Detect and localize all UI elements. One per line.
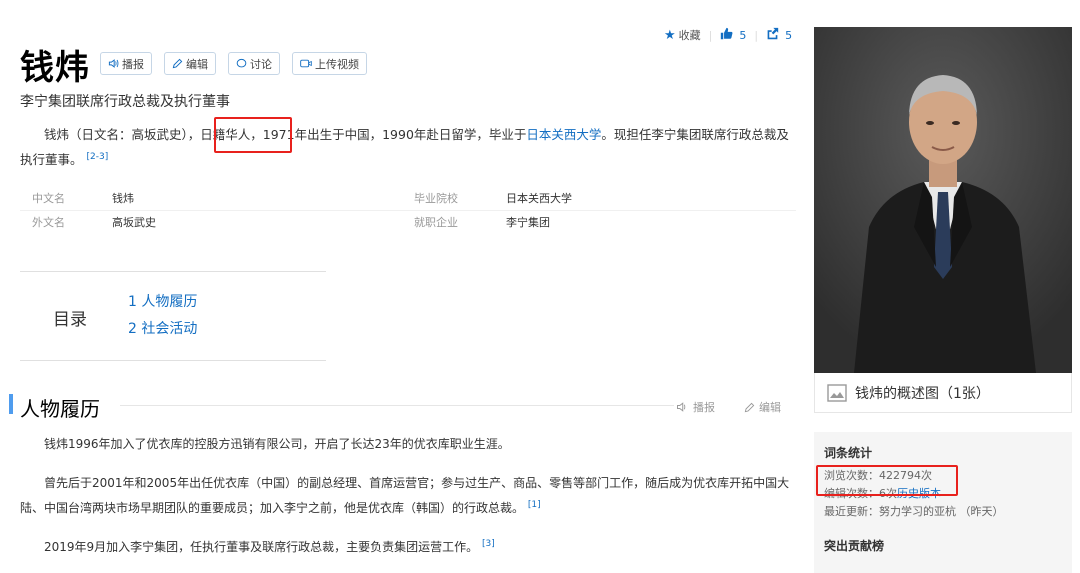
info-value: 钱炜: [112, 192, 134, 205]
reference-link[interactable]: [2-3]: [87, 152, 109, 162]
share-icon[interactable]: [766, 27, 779, 43]
play-label: 播报: [122, 57, 144, 71]
speaker-icon: [677, 402, 686, 412]
info-value: 李宁集团: [506, 216, 550, 229]
star-icon[interactable]: ★: [664, 28, 676, 43]
section-title: 人物履历: [20, 397, 100, 421]
summary-photo[interactable]: [814, 27, 1072, 373]
paragraph-text: 2019年9月加入李宁集团，任执行董事及联席行政总裁，主要负责集团运营工作。: [44, 540, 479, 554]
info-row: 外文名 高坂武史 就职企业 李宁集团: [20, 212, 796, 234]
info-value: 高坂武史: [112, 216, 156, 229]
portrait-illustration: [814, 27, 1072, 373]
pencil-icon: [744, 402, 755, 412]
section-play-label: 播报: [693, 401, 715, 414]
paragraph-text: 钱炜1996年加入了优衣库的控股方迅销有限公司，开启了长达23年的优衣库职业生涯…: [44, 437, 510, 451]
video-camera-icon: [300, 59, 312, 68]
contributors-title: 突出贡献榜: [824, 539, 885, 553]
highlight-box: [214, 117, 292, 153]
info-value: 日本关西大学: [506, 192, 572, 205]
toc-label: 目录: [53, 310, 87, 330]
edit-button[interactable]: 编辑: [164, 52, 216, 75]
divider: [20, 210, 796, 211]
entry-stats-panel: 词条统计 浏览次数：422794次 编辑次数：6次历史版本 最近更新：努力学习的…: [814, 432, 1072, 573]
section-edit-button[interactable]: 编辑: [744, 399, 781, 415]
info-key: 外文名: [32, 216, 65, 229]
section-marker: [9, 394, 13, 414]
divider: |: [708, 28, 713, 42]
reference-link[interactable]: [1]: [528, 500, 541, 510]
stats-title: 词条统计: [824, 446, 873, 460]
page-subtitle: 李宁集团联席行政总裁及执行董事: [20, 94, 230, 110]
intro-text-2: 1971年出生于中国，1990年赴日留学，毕业于: [262, 127, 527, 142]
paragraph-text: 曾先后于2001年和2005年出任优衣库（中国）的副总经理、首席运营官；参与过生…: [20, 476, 790, 515]
reference-link[interactable]: [3]: [482, 539, 495, 549]
edit-label: 编辑: [186, 57, 208, 71]
university-link[interactable]: 日本关西大学: [526, 127, 601, 142]
section-edit-label: 编辑: [759, 401, 781, 414]
section-paragraph: 2019年9月加入李宁集团，任执行董事及联席行政总裁，主要负责集团运营工作。 […: [20, 533, 796, 558]
intro-paragraph: 钱炜（日文名：高坂武史），日籍华人，1971年出生于中国，1990年赴日留学，毕…: [20, 124, 796, 171]
like-count: 5: [739, 28, 747, 42]
upload-video-button[interactable]: 上传视频: [292, 52, 367, 75]
pencil-icon: [172, 58, 183, 69]
play-button[interactable]: 播报: [100, 52, 152, 75]
section-paragraph: 曾先后于2001年和2005年出任优衣库（中国）的副总经理、首席运营官；参与过生…: [20, 472, 796, 519]
speaker-icon: [108, 59, 119, 68]
toc-item[interactable]: 1 人物履历: [128, 291, 197, 311]
thumbs-up-icon[interactable]: [720, 27, 733, 43]
section-paragraph: 钱炜1996年加入了优衣库的控股方迅销有限公司，开启了长达23年的优衣库职业生涯…: [20, 433, 796, 455]
photo-caption-text: 钱炜的概述图（1张）: [855, 385, 990, 402]
share-count: 5: [785, 28, 793, 42]
action-bar: ★ 收藏 | 5 | 5: [664, 27, 792, 43]
toc-item[interactable]: 2 社会活动: [128, 318, 197, 338]
chat-bubble-icon: [236, 58, 247, 68]
highlight-box: [816, 465, 958, 496]
section-play-button[interactable]: 播报: [676, 399, 715, 415]
info-key: 中文名: [32, 192, 65, 205]
section-divider: [120, 405, 674, 406]
info-key: 就职企业: [414, 216, 458, 229]
discuss-button[interactable]: 讨论: [228, 52, 280, 75]
table-of-contents: 目录 1 人物履历 2 社会活动: [20, 271, 326, 361]
favorite-link[interactable]: 收藏: [679, 27, 701, 43]
intro-text-1: 钱炜（日文名：高坂武史），: [44, 127, 201, 142]
upload-video-label: 上传视频: [315, 57, 359, 71]
divider: |: [754, 28, 759, 42]
page-title: 钱炜: [20, 48, 90, 88]
discuss-label: 讨论: [250, 57, 272, 71]
image-icon: [827, 383, 847, 402]
info-key: 毕业院校: [414, 192, 458, 205]
info-row: 中文名 钱炜 毕业院校 日本关西大学: [20, 188, 796, 210]
photo-caption[interactable]: 钱炜的概述图（1张）: [814, 373, 1072, 413]
stats-updated: 最近更新：努力学习的亚杭 （昨天）: [824, 505, 1004, 518]
